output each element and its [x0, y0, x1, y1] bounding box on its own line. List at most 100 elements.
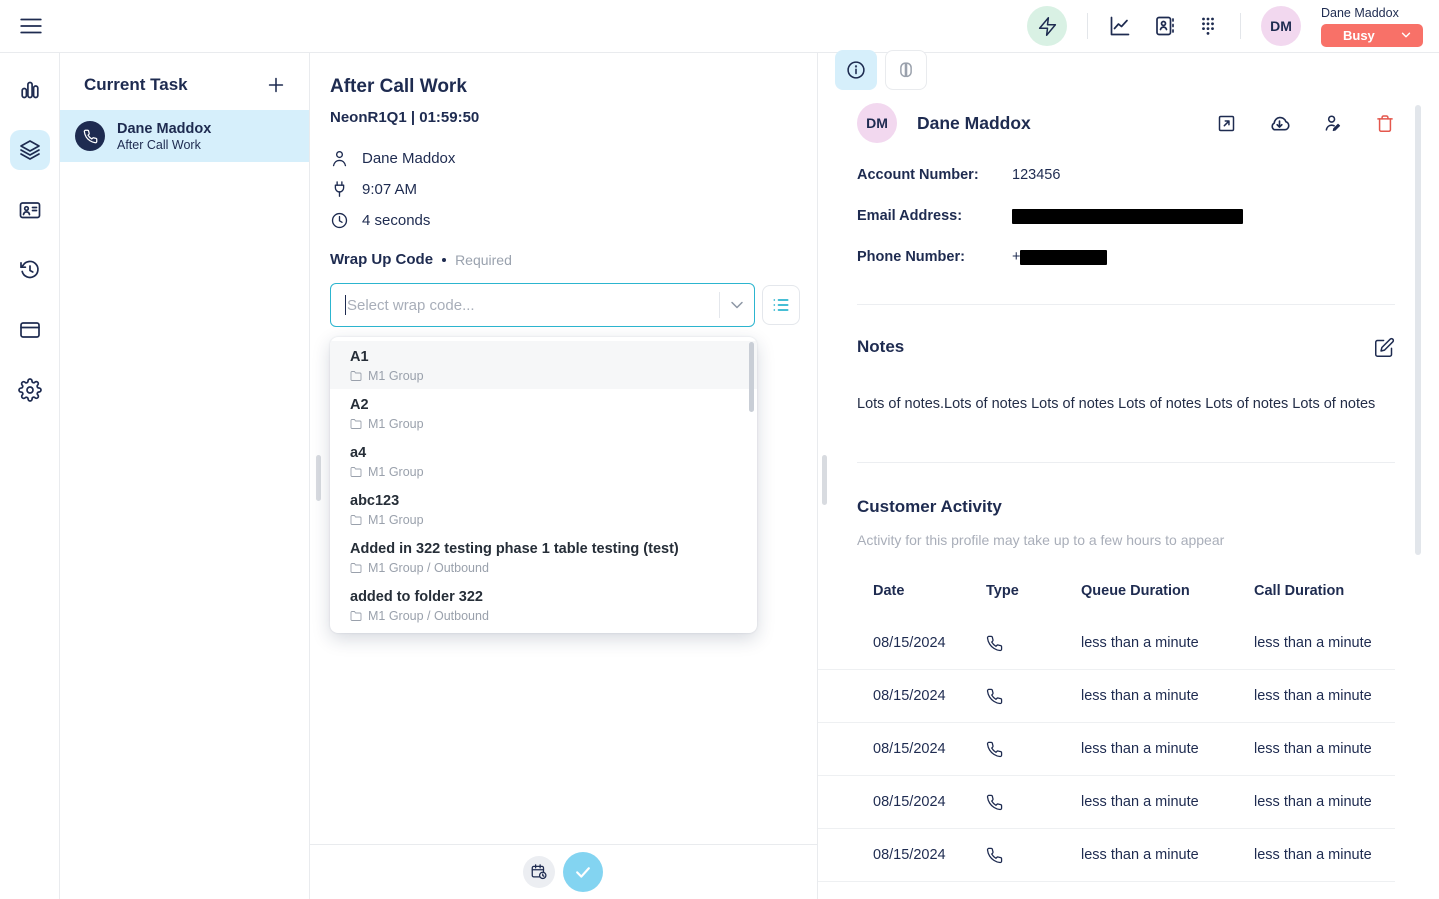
cloud-download-icon [1268, 112, 1291, 135]
activity-row[interactable]: 08/15/2024less than a minuteless than a … [818, 723, 1395, 776]
queue-duration: less than a minute [1081, 741, 1254, 757]
gear-icon [18, 378, 42, 402]
chevron-down-icon [727, 295, 747, 315]
option-group-label: M1 Group [368, 417, 424, 431]
agent-desktop-app: DM Dane Maddox Busy [0, 0, 1439, 899]
complete-task-button[interactable] [563, 852, 603, 892]
bar-chart-icon [18, 78, 42, 102]
queue-duration: less than a minute [1081, 635, 1254, 651]
sidebar-item-settings[interactable] [10, 370, 50, 410]
pane-resize-handle[interactable] [822, 455, 827, 505]
acw-timer: 01:59:50 [419, 109, 479, 126]
profile-fields: Account Number:123456Email Address:Phone… [857, 163, 1395, 286]
column-header: Call Duration [1254, 583, 1395, 599]
schedule-callback-button[interactable] [523, 856, 555, 888]
select-chevron[interactable] [720, 295, 754, 315]
plus-icon[interactable] [265, 74, 287, 96]
activity-row[interactable]: 08/15/2024less than a minuteless than a … [818, 670, 1395, 723]
hamburger-menu-icon[interactable] [18, 13, 44, 39]
top-bar-actions: DM Dane Maddox Busy [1027, 6, 1423, 47]
sidebar-item-contacts[interactable] [10, 190, 50, 230]
sidebar-item-analytics[interactable] [10, 70, 50, 110]
tab-ai-insights[interactable] [885, 50, 927, 90]
dropdown-scrollbar[interactable] [749, 342, 754, 412]
wrap-code-option[interactable]: Added in 322 testing phase 1 table testi… [330, 533, 757, 581]
layers-icon [18, 138, 42, 162]
profile-scrollbar[interactable] [1415, 105, 1421, 555]
clock-icon [330, 211, 349, 230]
section-divider [857, 462, 1395, 463]
phone-icon [986, 794, 1081, 811]
wrap-code-option[interactable]: abc123M1 Group [330, 485, 757, 533]
queue-duration: less than a minute [1081, 847, 1254, 863]
wrap-code-dropdown: A1M1 GroupA2M1 Groupa4M1 Groupabc123M1 G… [330, 337, 757, 633]
folder-icon [350, 466, 362, 478]
pane-resize-handle[interactable] [316, 455, 321, 501]
field-value: 123456 [1012, 167, 1060, 183]
column-header: Queue Duration [1081, 583, 1254, 599]
option-label: added to folder 322 [350, 587, 741, 607]
wrap-code-option[interactable]: A2M1 Group [330, 389, 757, 437]
status-dropdown[interactable]: Busy [1321, 24, 1423, 47]
phone-icon [986, 635, 1081, 652]
dialpad-button[interactable] [1196, 14, 1220, 38]
customer-activity-hint: Activity for this profile may take up to… [857, 530, 1224, 550]
field-label: Phone Number: [857, 249, 1012, 265]
user-avatar[interactable]: DM [1261, 6, 1301, 46]
dot-separator [442, 258, 446, 262]
folder-icon [350, 418, 362, 430]
contact-profile-panel: DM Dane Maddox [817, 53, 1439, 899]
sidebar-item-browser[interactable] [10, 310, 50, 350]
footer-divider [310, 844, 817, 845]
info-row-start-time: 9:07 AM [330, 174, 455, 205]
activity-row[interactable]: 08/15/2024less than a minuteless than a … [818, 617, 1395, 670]
wrap-code-input[interactable] [347, 297, 719, 314]
wrap-code-option[interactable]: added to folder 322M1 Group / Outbound [330, 581, 757, 629]
option-group-label: M1 Group [368, 465, 424, 479]
queue-duration: less than a minute [1081, 688, 1254, 704]
field-label: Account Number: [857, 167, 1012, 183]
browse-wrap-codes-button[interactable] [762, 285, 800, 325]
wrap-up-code-label: Wrap Up Code [330, 249, 433, 271]
divider [1087, 13, 1088, 39]
task-texts: Dane Maddox After Call Work [117, 120, 211, 153]
download-profile-button[interactable] [1268, 112, 1291, 135]
open-in-new-icon [1216, 113, 1237, 134]
wrap-code-option[interactable]: A1M1 Group [330, 341, 757, 389]
edit-notes-button[interactable] [1374, 337, 1395, 358]
required-label: Required [455, 249, 512, 271]
history-icon [18, 258, 42, 282]
lightning-button[interactable] [1027, 6, 1067, 46]
info-contact-name: Dane Maddox [362, 150, 455, 167]
activity-date: 08/15/2024 [873, 688, 986, 704]
info-icon [845, 59, 867, 81]
dialpad-icon [1196, 14, 1220, 38]
wrap-code-select[interactable] [330, 283, 755, 327]
contacts-button[interactable] [1152, 14, 1176, 38]
folder-icon [350, 562, 362, 574]
open-in-new-button[interactable] [1216, 113, 1237, 134]
contact-card-icon [18, 198, 42, 222]
info-duration: 4 seconds [362, 212, 430, 229]
task-title: After Call Work [330, 75, 467, 99]
delete-contact-button[interactable] [1375, 113, 1395, 134]
current-task-panel: Current Task Dane Maddox [60, 53, 310, 899]
phone-icon [986, 847, 1081, 864]
profile-header-actions [1216, 112, 1395, 135]
sidebar-item-tasks[interactable] [10, 130, 50, 170]
edit-contact-button[interactable] [1322, 112, 1344, 134]
list-icon [771, 295, 791, 315]
activity-table: DateTypeQueue DurationCall Duration 08/1… [818, 577, 1395, 882]
profile-name: Dane Maddox [917, 113, 1031, 134]
option-group: M1 Group [350, 465, 741, 479]
sidebar-item-history[interactable] [10, 250, 50, 290]
contacts-icon [1152, 14, 1176, 38]
activity-date: 08/15/2024 [873, 635, 986, 651]
activity-row[interactable]: 08/15/2024less than a minuteless than a … [818, 829, 1395, 882]
analytics-button[interactable] [1108, 14, 1132, 38]
tab-profile-info[interactable] [835, 50, 877, 90]
option-group: M1 Group [350, 369, 741, 383]
wrap-code-option[interactable]: a4M1 Group [330, 437, 757, 485]
task-list-item[interactable]: Dane Maddox After Call Work [60, 110, 309, 162]
activity-row[interactable]: 08/15/2024less than a minuteless than a … [818, 776, 1395, 829]
